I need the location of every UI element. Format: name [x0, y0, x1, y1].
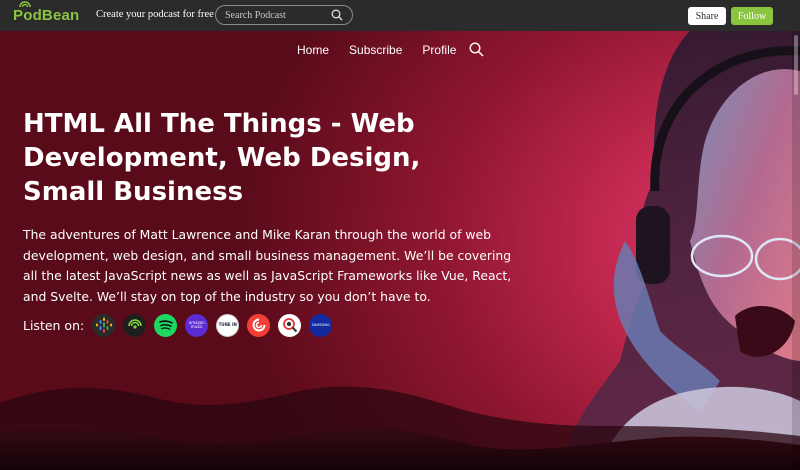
- logo-text: PodBean: [13, 6, 80, 24]
- nav-search-icon[interactable]: [469, 42, 484, 57]
- nav-profile[interactable]: Profile: [422, 43, 456, 57]
- search-icon[interactable]: [331, 9, 343, 21]
- create-podcast-link[interactable]: Create your podcast for free: [96, 9, 214, 20]
- google-podcasts-icon[interactable]: [92, 313, 116, 337]
- podcast-title: HTML All The Things - Web Development, W…: [23, 109, 421, 207]
- samsung-text: SAMSUNG: [311, 322, 330, 327]
- search-box[interactable]: [215, 5, 353, 25]
- nav-subscribe[interactable]: Subscribe: [349, 43, 402, 57]
- tunein-text: TUNE IN: [218, 321, 237, 327]
- podcast-description: The adventures of Matt Lawrence and Mike…: [23, 227, 512, 304]
- scrollbar-thumb[interactable]: [794, 35, 798, 95]
- podbean-logo[interactable]: PodBean: [13, 1, 80, 27]
- podcast-hero: Home Subscribe Profile HTML All The Thin…: [0, 31, 800, 470]
- share-button[interactable]: Share: [688, 7, 726, 25]
- amazon-music-text: amazon music: [188, 319, 205, 329]
- spotify-icon[interactable]: [154, 313, 178, 337]
- nav-home[interactable]: Home: [297, 43, 329, 57]
- podchaser-icon[interactable]: [278, 313, 302, 337]
- search-input[interactable]: [225, 7, 335, 23]
- page-scrollbar[interactable]: [792, 31, 800, 470]
- listen-on-label: Listen on:: [23, 317, 85, 333]
- follow-button[interactable]: Follow: [731, 7, 773, 25]
- logo-mic-icon: [19, 1, 31, 8]
- tunein-icon[interactable]: TUNE IN: [216, 313, 240, 337]
- pocket-casts-icon[interactable]: [247, 313, 271, 337]
- amazon-music-icon[interactable]: amazon music: [185, 313, 209, 337]
- podcast-addict-icon[interactable]: [123, 313, 147, 337]
- main-nav: Home Subscribe Profile: [297, 43, 476, 57]
- top-bar: PodBean Create your podcast for free Sha…: [0, 0, 800, 31]
- samsung-podcasts-icon[interactable]: SAMSUNG: [309, 313, 333, 337]
- listen-on-row: Listen on: amazon music TUNE IN SAMSUNG: [23, 313, 340, 337]
